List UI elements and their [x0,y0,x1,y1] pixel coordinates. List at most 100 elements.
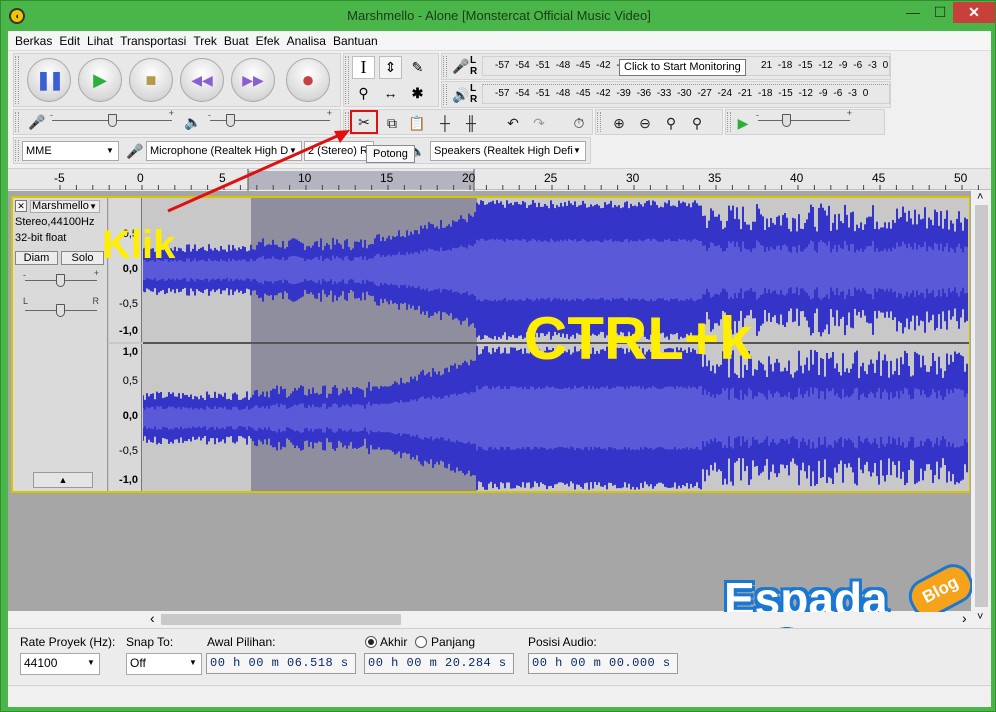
play-button[interactable]: ▶ [78,58,122,102]
horizontal-scrollbar[interactable]: ‹ › [8,610,971,627]
paste-icon[interactable]: 📋 [406,112,428,134]
toolbar-grip[interactable] [597,112,601,132]
zoom-tool[interactable]: ⚲ [352,82,375,105]
timeshift-tool[interactable]: ↔ [379,82,402,105]
draw-tool[interactable]: ✎ [406,56,429,79]
minimize-button[interactable]: — [899,2,927,23]
toolbar-grip[interactable] [15,112,19,132]
end-radio-label: Akhir [380,635,408,649]
snap-to-select[interactable]: Off ▼ [126,653,202,675]
vertical-ruler-left: 0,5 0,0 -0,5 -1,0 [109,198,142,342]
cut-tooltip: Potong [366,145,415,163]
selection-start-time[interactable]: 00 h 00 m 06.518 s [206,653,356,674]
menu-transportasi[interactable]: Transportasi [116,31,189,48]
scale-label: -0,5 [119,298,138,310]
fit-selection-icon[interactable]: ⚲ [660,112,682,134]
ruler-label: 50 [954,171,968,185]
horizontal-scroll-thumb[interactable] [161,614,401,625]
menu-analisa[interactable]: Analisa [283,31,329,48]
record-button[interactable]: ● [286,58,330,102]
mixer-toolbar: 🎤 - + 🔈 - + [13,108,341,135]
mute-button[interactable]: Diam [15,251,58,265]
trim-audio-icon[interactable]: ┼ [434,112,456,134]
zoom-in-icon[interactable]: ⊕ [608,112,630,134]
slider-plus-label: + [326,108,332,118]
play-at-speed-icon[interactable]: ▶ [732,112,754,134]
selection-tool[interactable]: I [352,56,375,79]
envelope-tool[interactable]: ⇕ [379,56,402,79]
slider-minus-label: - [756,110,759,120]
track-name-menu[interactable]: Marshmello ▼ [30,200,100,213]
menu-lihat[interactable]: Lihat [83,31,116,48]
fit-project-icon[interactable]: ⚲ [686,112,708,134]
track-pan-slider[interactable]: L R [23,296,99,318]
skip-to-end-button[interactable]: ▶▶ [231,58,275,102]
menu-trek[interactable]: Trek [189,31,220,48]
toolbar-grip[interactable] [443,56,447,77]
solo-button[interactable]: Solo [61,251,104,265]
toolbar-grip[interactable] [443,84,447,105]
recording-device-select[interactable]: Microphone (Realtek High D ▼ [146,141,302,161]
end-radio[interactable] [365,636,377,648]
redo-icon[interactable]: ↷ [528,112,550,134]
toolbar-grip[interactable] [15,140,19,161]
selection-end-time[interactable]: 00 h 00 m 20.284 s [364,653,514,674]
record-meter-mic-icon[interactable]: 🎤 [450,55,472,77]
scroll-left-arrow-icon[interactable]: ‹ [150,610,155,626]
silence-audio-icon[interactable]: ╫ [460,112,482,134]
play-meter-speaker-icon[interactable]: 🔊 [450,84,472,106]
track-name: Marshmello [32,200,89,212]
close-button[interactable]: ✕ [953,2,995,23]
scroll-up-arrow-icon[interactable]: ˄ [977,191,983,203]
chevron-down-icon: ▼ [89,202,97,211]
vertical-scroll-thumb[interactable] [975,205,988,607]
menu-efek[interactable]: Efek [252,31,283,48]
menu-edit[interactable]: Edit [55,31,83,48]
play-meter[interactable]: -57 -54 -51 -48 -45 -42 -39 -36 -33 -30 … [482,84,890,104]
audio-host-select[interactable]: MME ▼ [22,141,119,161]
vertical-scrollbar[interactable]: ˄ ˅ [972,191,991,627]
output-volume-slider[interactable]: - + [208,108,332,128]
input-volume-slider[interactable]: - + [50,108,174,128]
ruler-label: 10 [298,171,312,185]
cut-icon[interactable]: ✂ [350,110,378,134]
menu-buat[interactable]: Buat [220,31,252,48]
zoom-out-icon[interactable]: ⊖ [634,112,656,134]
pause-button[interactable]: ❚❚ [27,58,71,102]
audio-position-time[interactable]: 00 h 00 m 00.000 s [528,653,678,674]
copy-icon[interactable]: ⧉ [381,112,403,134]
scroll-right-arrow-icon[interactable]: › [962,610,967,626]
pan-right-label: R [92,296,100,306]
skip-to-start-button[interactable]: ◀◀ [180,58,224,102]
stop-button[interactable]: ■ [129,58,173,102]
sync-lock-icon[interactable]: ⏱ [568,112,590,134]
timeline-ruler[interactable]: -5 0 5 10 15 20 25 30 35 40 45 50 [8,168,991,191]
multi-tool[interactable]: ✱ [406,82,429,105]
collapse-icon: ▲ [58,475,68,485]
track-gain-slider[interactable]: - + [23,268,99,288]
scroll-down-arrow-icon[interactable]: ˅ [977,611,983,623]
playback-device-select[interactable]: Speakers (Realtek High Defi ▼ [430,141,586,161]
maximize-button[interactable]: ☐ [927,2,953,23]
track-close-button[interactable]: ✕ [15,200,27,212]
scale-label: -1,0 [119,325,138,337]
recording-channels-select[interactable]: 2 (Stereo) R [304,141,374,161]
length-radio[interactable] [415,636,427,648]
menu-bantuan[interactable]: Bantuan [329,31,381,48]
ruler-label: 0 [137,171,144,185]
project-rate-select[interactable]: 44100 ▼ [20,653,100,675]
toolbar-grip[interactable] [727,112,731,132]
ruler-label: 40 [790,171,804,185]
scale-label: 0,0 [122,410,138,422]
record-meter-scale-tail: 21 -18 -15 -12 -9 -6 -3 0 [761,60,889,71]
meter-r-label: R [470,66,478,77]
skip-to-start-icon: ◀◀ [191,72,213,88]
undo-icon[interactable]: ↶ [502,112,524,134]
toolbar-grip[interactable] [15,56,19,104]
toolbar-grip[interactable] [345,112,349,132]
shortcut-annotation: CTRL+k [524,305,753,372]
collapse-track-button[interactable]: ▲ [33,472,93,488]
toolbar-grip[interactable] [345,56,349,104]
play-speed-slider[interactable]: - + [756,108,852,128]
menu-berkas[interactable]: Berkas [11,31,55,48]
